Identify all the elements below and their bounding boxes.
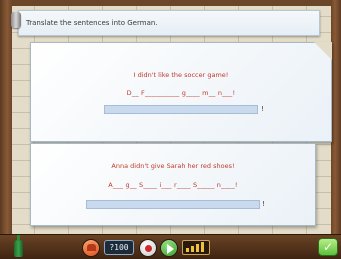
exercise-1-answer-input[interactable] bbox=[104, 105, 258, 114]
instruction-banner: Translate the sentences into German. bbox=[18, 10, 320, 36]
checkmark-icon[interactable]: ✓ bbox=[318, 238, 338, 256]
instruction-text: Translate the sentences into German. bbox=[26, 19, 158, 27]
pin-icon bbox=[11, 12, 21, 28]
exercise-card-1: I didn't like the soccer game! D__ F____… bbox=[30, 42, 332, 142]
exercise-2-punctuation: ! bbox=[262, 200, 265, 208]
exercise-1-hint: D__ F__________ g____ m__ n___! bbox=[126, 89, 236, 97]
hat-icon[interactable] bbox=[82, 239, 100, 257]
wooden-frame-left bbox=[0, 0, 12, 259]
exercise-1-sentence: I didn't like the soccer game! bbox=[133, 71, 229, 79]
torn-corner bbox=[314, 42, 332, 60]
wooden-frame-top bbox=[0, 0, 341, 6]
score-display: ?100 bbox=[104, 240, 134, 255]
exercise-card-2: Anna didn't give Sarah her red shoes! A_… bbox=[30, 143, 316, 226]
potion-bottle-icon[interactable] bbox=[14, 235, 23, 257]
wooden-frame-right bbox=[331, 0, 341, 259]
exercise-2-answer-input[interactable] bbox=[86, 200, 260, 209]
exercise-2-hint: A___ g__ S____ i___ r____ S_____ n____! bbox=[108, 181, 238, 189]
play-icon[interactable] bbox=[160, 239, 178, 257]
exercise-1-punctuation: ! bbox=[261, 105, 264, 113]
record-icon[interactable] bbox=[139, 239, 157, 257]
level-meter-icon bbox=[182, 240, 210, 255]
exercise-2-sentence: Anna didn't give Sarah her red shoes! bbox=[111, 162, 235, 170]
